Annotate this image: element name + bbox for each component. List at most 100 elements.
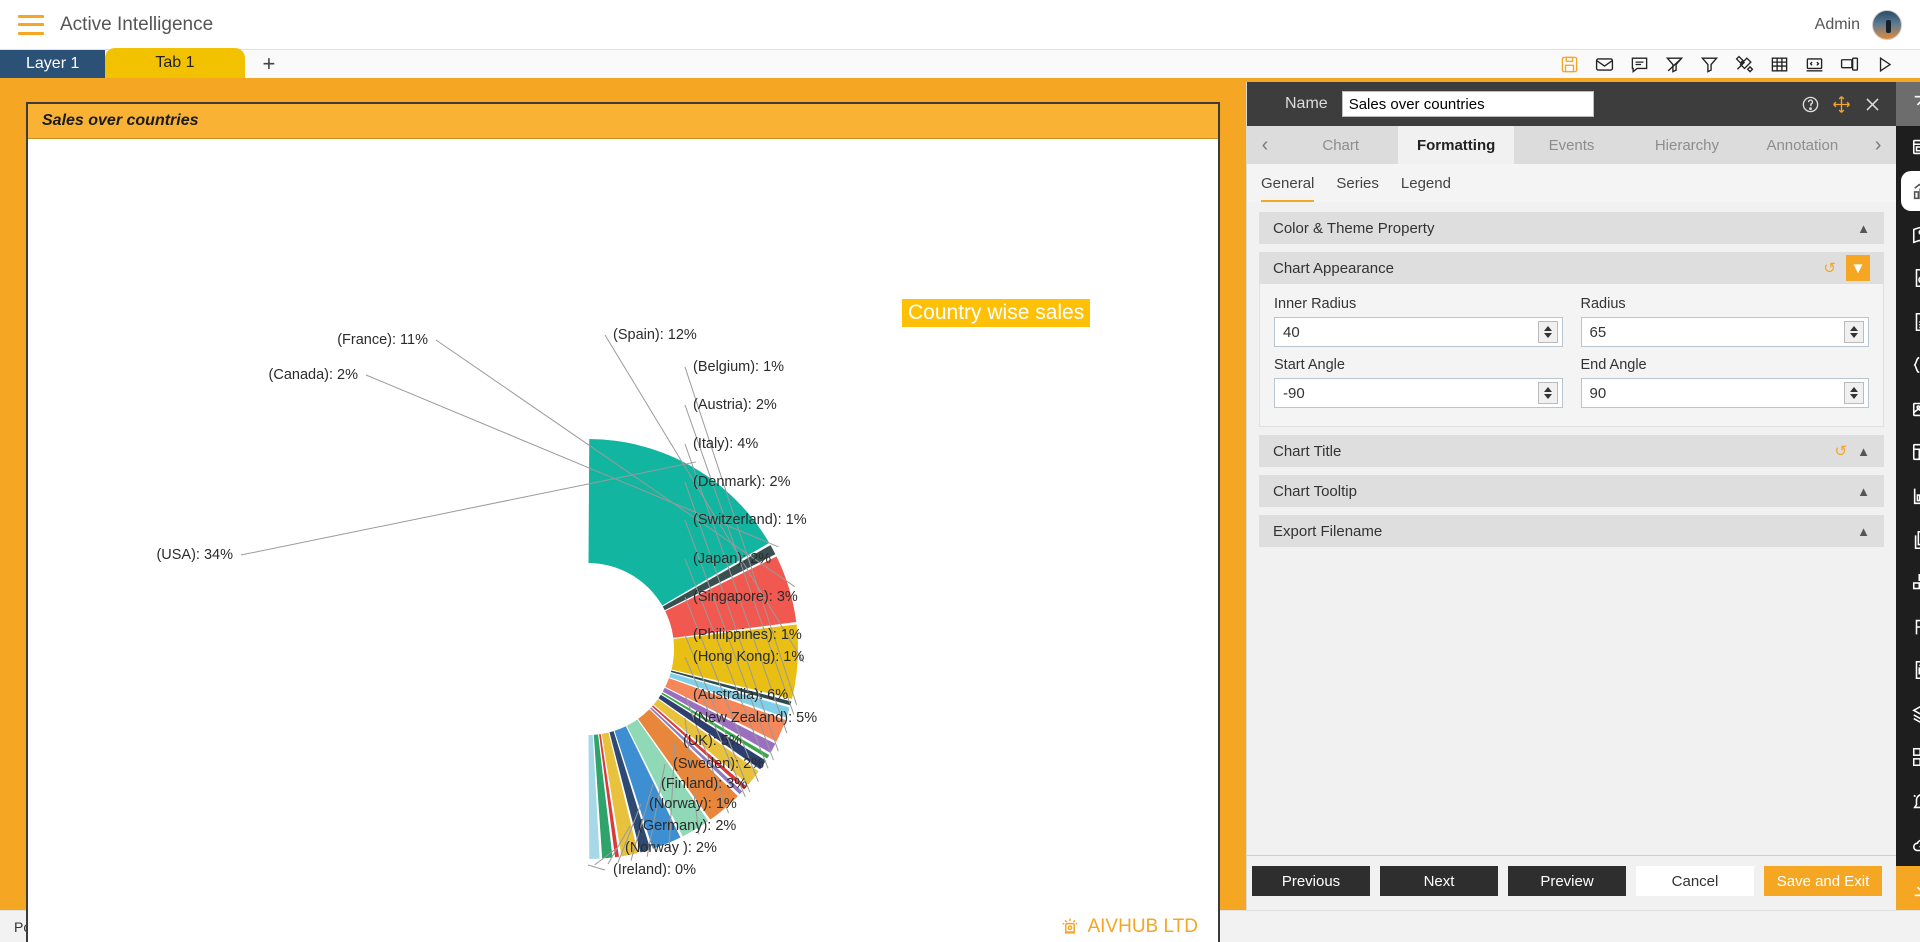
pie-slice-label: (New Zealand): 5%: [693, 710, 817, 726]
header-right: Admin: [1815, 9, 1902, 40]
subtab-general[interactable]: General: [1261, 175, 1315, 202]
panel-header-icons: [1801, 95, 1882, 114]
rail-rx-button[interactable]: [1896, 605, 1920, 649]
next-button[interactable]: Next: [1380, 866, 1498, 896]
tabs-prev-arrow[interactable]: ‹: [1247, 126, 1283, 164]
rail-collapse-button[interactable]: [1896, 82, 1920, 126]
rail-document-button[interactable]: [1896, 300, 1920, 344]
tab-doc-1[interactable]: Tab 1: [105, 48, 245, 78]
move-icon[interactable]: [1832, 95, 1851, 114]
rx-icon: [1915, 619, 1920, 635]
rail-image-button[interactable]: [1896, 387, 1920, 431]
previous-button[interactable]: Previous: [1252, 866, 1370, 896]
tools-icon[interactable]: [1735, 55, 1754, 74]
cancel-button[interactable]: Cancel: [1636, 866, 1754, 896]
tabs-next-arrow[interactable]: ›: [1860, 126, 1896, 164]
code-icon[interactable]: [1805, 55, 1824, 74]
section-chart-tooltip-label: Chart Tooltip: [1273, 482, 1357, 500]
end-angle-stepper[interactable]: [1844, 382, 1864, 404]
user-label[interactable]: Admin: [1815, 16, 1860, 34]
rail-code-button[interactable]: [1896, 343, 1920, 387]
radius-input[interactable]: [1580, 317, 1869, 347]
watermark-text: AIVHUB LTD: [1087, 916, 1198, 937]
rail-chart-button[interactable]: [1896, 169, 1920, 213]
bell-icon: [1913, 794, 1920, 809]
chevron-down-icon[interactable]: ▼: [1846, 255, 1870, 281]
rail-copy-button[interactable]: [1896, 518, 1920, 562]
rail-sparkline-button[interactable]: [1896, 474, 1920, 518]
rail-layers-button[interactable]: [1896, 692, 1920, 736]
rail-dashboard-button[interactable]: [1896, 126, 1920, 170]
tab-annotation[interactable]: Annotation: [1745, 126, 1860, 164]
comment-icon[interactable]: [1630, 55, 1649, 74]
play-icon[interactable]: [1875, 55, 1894, 74]
avatar[interactable]: [1872, 9, 1902, 40]
braces-icon: [1913, 357, 1920, 374]
field-end-angle: End Angle: [1580, 357, 1869, 408]
panel-tabs: ‹ Chart Formatting Events Hierarchy Anno…: [1247, 126, 1896, 164]
chevron-up-icon[interactable]: ▲: [1857, 221, 1870, 236]
reset-icon[interactable]: ↺: [1823, 259, 1836, 277]
section-color-theme[interactable]: Color & Theme Property ▲: [1259, 212, 1884, 244]
chevron-up-icon-3[interactable]: ▲: [1857, 484, 1870, 499]
device-icon[interactable]: [1840, 55, 1859, 74]
rail-alerts-button[interactable]: [1896, 779, 1920, 823]
help-icon[interactable]: [1801, 95, 1820, 114]
rail-upload-button[interactable]: [1896, 823, 1920, 867]
subtab-series[interactable]: Series: [1336, 175, 1379, 202]
section-export-filename-label: Export Filename: [1273, 522, 1383, 540]
section-export-filename[interactable]: Export Filename ▲: [1259, 515, 1884, 547]
name-label: Name: [1285, 95, 1328, 112]
rail-widget-button[interactable]: [1896, 431, 1920, 475]
mail-icon[interactable]: [1595, 55, 1614, 74]
filter-icon[interactable]: [1700, 55, 1719, 74]
tab-chart[interactable]: Chart: [1283, 126, 1398, 164]
rail-download-button[interactable]: [1896, 866, 1920, 910]
table-icon[interactable]: [1770, 55, 1789, 74]
section-chart-tooltip[interactable]: Chart Tooltip ▲: [1259, 475, 1884, 507]
end-angle-input[interactable]: [1580, 378, 1869, 408]
hamburger-icon[interactable]: [18, 14, 44, 35]
name-input[interactable]: [1341, 91, 1594, 117]
tab-formatting[interactable]: Formatting: [1398, 126, 1514, 164]
section-color-theme-label: Color & Theme Property: [1273, 219, 1435, 237]
subtab-legend[interactable]: Legend: [1401, 175, 1451, 202]
rail-add-widget-button[interactable]: [1896, 736, 1920, 780]
rail-print-button[interactable]: [1896, 649, 1920, 693]
image-icon: [1912, 402, 1920, 417]
inner-radius-input[interactable]: [1274, 317, 1563, 347]
right-icon-rail: [1896, 82, 1920, 910]
watermark: AIVHUB LTD: [1060, 916, 1198, 938]
rail-map-button[interactable]: [1896, 213, 1920, 257]
save-and-exit-button[interactable]: Save and Exit: [1764, 866, 1882, 896]
clear-filter-icon[interactable]: [1665, 55, 1684, 74]
rail-report-button[interactable]: [1896, 256, 1920, 300]
tab-layer-1[interactable]: Layer 1: [0, 50, 106, 78]
section-chart-appearance[interactable]: Chart Appearance ↺ ▼: [1259, 252, 1884, 284]
section-chart-title[interactable]: Chart Title ↺ ▲: [1259, 435, 1884, 467]
add-tab-button[interactable]: +: [245, 50, 294, 78]
save-icon[interactable]: [1560, 55, 1579, 74]
inner-radius-stepper[interactable]: [1537, 321, 1558, 343]
rail-blocks-button[interactable]: [1896, 561, 1920, 605]
chart-canvas[interactable]: Country wise sales (USA): 34% (Canada): 2…: [28, 139, 1218, 942]
radius-stepper[interactable]: [1844, 321, 1864, 343]
pie-slice-label: (Canada): 2%: [269, 367, 359, 383]
property-panel: Name ‹ Chart Formatting Events Hierarchy…: [1246, 82, 1896, 910]
tab-hierarchy[interactable]: Hierarchy: [1629, 126, 1744, 164]
chevron-up-icon-2[interactable]: ▲: [1857, 444, 1870, 459]
preview-button[interactable]: Preview: [1508, 866, 1626, 896]
reset-icon-2[interactable]: ↺: [1835, 442, 1848, 460]
start-angle-stepper[interactable]: [1537, 382, 1558, 404]
chart-widget[interactable]: Sales over countries Country wise sales …: [26, 102, 1220, 942]
pie-slice-label: (Singapore): 3%: [693, 589, 798, 605]
add-grid-icon: [1912, 748, 1920, 767]
half-donut-chart[interactable]: (USA): 34% (Canada): 2% (France): 11% (Spai…: [28, 139, 1218, 939]
pie-slice-label: (Australia): 6%: [693, 687, 788, 703]
chevron-up-icon-4[interactable]: ▲: [1857, 524, 1870, 539]
close-icon[interactable]: [1863, 95, 1882, 114]
copy-icon: [1914, 530, 1920, 549]
field-radius: Radius: [1580, 296, 1869, 347]
tab-events[interactable]: Events: [1514, 126, 1629, 164]
start-angle-input[interactable]: [1274, 378, 1563, 408]
